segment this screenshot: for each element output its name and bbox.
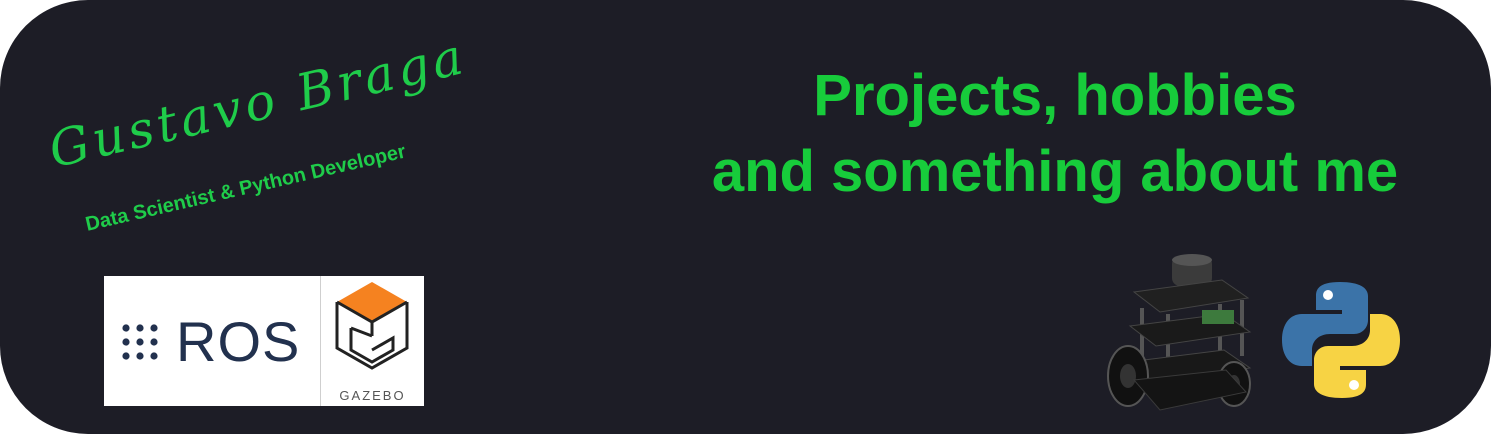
banner: Gustavo Braga Data Scientist & Python De…	[0, 0, 1491, 434]
python-logo-icon	[1282, 282, 1400, 398]
headline: Projects, hobbies and something about me	[640, 58, 1470, 210]
headline-line-1: Projects, hobbies	[813, 63, 1297, 128]
gazebo-label: GAZEBO	[339, 388, 406, 403]
ros-gazebo-logo-panel: ROS GAZEBO	[104, 276, 424, 406]
ros-dots-icon	[122, 324, 158, 360]
gazebo-icon	[335, 282, 409, 370]
headline-line-2: and something about me	[711, 139, 1399, 204]
author-name: Gustavo Braga	[43, 26, 472, 180]
gazebo-logo: GAZEBO	[321, 276, 424, 406]
ros-label: ROS	[176, 310, 301, 373]
ros-logo: ROS	[104, 276, 321, 406]
turtlebot-robot-icon	[1107, 254, 1252, 411]
